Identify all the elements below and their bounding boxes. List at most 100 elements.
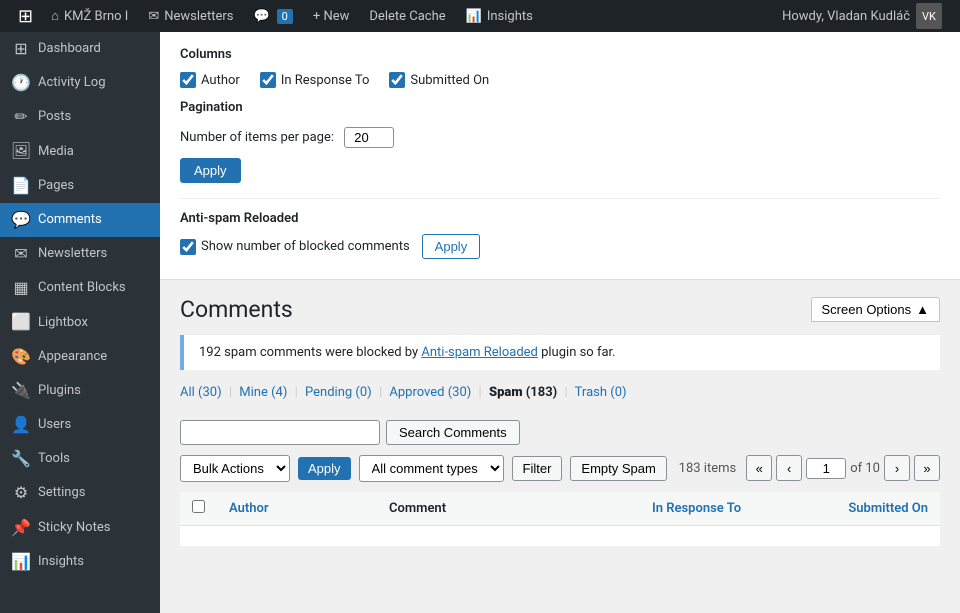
- items-count: 183 items: [679, 461, 737, 476]
- admin-bar: ⊞ ⌂ KMŽ Brno I ✉ Newsletters 💬 0 + New D…: [0, 0, 960, 32]
- new-btn[interactable]: + New: [303, 0, 360, 32]
- author-checkbox[interactable]: [180, 72, 196, 88]
- sidebar-item-activity-log[interactable]: 🕐 Activity Log: [0, 66, 160, 100]
- comments-table: Author Comment In Response To Submitted …: [180, 492, 940, 547]
- tab-spam: Spam (183): [489, 385, 557, 400]
- tab-separator-1: |: [229, 385, 232, 400]
- response-sort-link[interactable]: In Response To: [652, 501, 741, 516]
- comment-type-select[interactable]: All comment types: [359, 455, 504, 482]
- sidebar-item-lightbox[interactable]: ⬜ Lightbox: [0, 306, 160, 340]
- comment-icon: 💬: [253, 9, 269, 24]
- sidebar-item-appearance[interactable]: 🎨 Appearance: [0, 340, 160, 374]
- delete-cache-label: Delete Cache: [369, 9, 445, 24]
- sidebar-item-label: Dashboard: [38, 40, 101, 58]
- antispam-title: Anti-spam Reloaded: [180, 211, 940, 226]
- comments-header-row: Comments Screen Options ▲: [180, 295, 940, 325]
- sidebar-item-dashboard[interactable]: ⊞ Dashboard: [0, 32, 160, 66]
- tab-separator-5: |: [564, 385, 567, 400]
- sidebar-item-comments[interactable]: 💬 Comments: [0, 203, 160, 237]
- tab-pending[interactable]: Pending (0): [305, 385, 372, 400]
- sidebar-item-label: Appearance: [38, 348, 107, 366]
- select-all-checkbox[interactable]: [192, 500, 205, 513]
- activity-log-icon: 🕐: [12, 74, 30, 92]
- sidebar-item-settings[interactable]: ⚙ Settings: [0, 476, 160, 510]
- lightbox-icon: ⬜: [12, 314, 30, 332]
- spam-notice-text: 192 spam comments were blocked by: [199, 345, 421, 360]
- newsletters-side-icon: ✉: [12, 245, 30, 263]
- sidebar-item-newsletters[interactable]: ✉ Newsletters: [0, 237, 160, 271]
- row-comment-cell: [377, 525, 640, 546]
- comments-section: Comments Screen Options ▲ 192 spam comme…: [160, 280, 960, 562]
- sidebar-item-insights[interactable]: 📊 Insights: [0, 545, 160, 579]
- author-sort-link[interactable]: Author: [229, 501, 269, 516]
- plugins-icon: 🔌: [12, 382, 30, 400]
- sidebar-item-posts[interactable]: ✏ Posts: [0, 100, 160, 134]
- sidebar-item-label: Plugins: [38, 382, 81, 400]
- newsletters-icon: ✉: [148, 9, 159, 24]
- items-per-page-input[interactable]: [344, 127, 394, 148]
- sidebar-item-label: Media: [38, 143, 74, 161]
- last-page-btn[interactable]: »: [914, 455, 940, 481]
- antispam-check-label-text: Show number of blocked comments: [201, 239, 410, 254]
- row-response-cell: [640, 525, 800, 546]
- insights-btn[interactable]: 📊 Insights: [456, 0, 543, 32]
- empty-spam-btn[interactable]: Empty Spam: [570, 456, 666, 481]
- sidebar-item-media[interactable]: 🖼 Media: [0, 135, 160, 169]
- sidebar-item-label: Activity Log: [38, 74, 106, 92]
- author-checkbox-label[interactable]: Author: [180, 72, 240, 88]
- spam-notice: 192 spam comments were blocked by Anti-s…: [180, 335, 940, 370]
- tab-mine[interactable]: Mine (4): [239, 385, 287, 400]
- sidebar-item-sticky-notes[interactable]: 📌 Sticky Notes: [0, 511, 160, 545]
- current-page-input[interactable]: [806, 458, 846, 479]
- in-response-to-checkbox[interactable]: [260, 72, 276, 88]
- first-page-btn[interactable]: «: [746, 455, 772, 481]
- bulk-actions-select[interactable]: Bulk Actions: [180, 455, 290, 482]
- screen-options-btn[interactable]: Screen Options ▲: [811, 297, 940, 322]
- table-header-author: Author: [217, 492, 377, 526]
- search-comments-btn[interactable]: Search Comments: [386, 420, 520, 445]
- filter-btn[interactable]: Filter: [512, 456, 563, 481]
- comments-icon: 💬: [12, 211, 30, 229]
- pagination-bar: 183 items « ‹ of 10 › »: [679, 455, 940, 481]
- sidebar-item-content-blocks[interactable]: ▦ Content Blocks: [0, 271, 160, 305]
- columns-checkboxes: Author In Response To Submitted On: [180, 72, 940, 88]
- settings-icon: ⚙: [12, 485, 30, 503]
- wp-logo-btn[interactable]: ⊞: [10, 0, 41, 32]
- tab-all[interactable]: All (30): [180, 385, 222, 400]
- delete-cache-btn[interactable]: Delete Cache: [359, 0, 455, 32]
- sidebar-item-pages[interactable]: 📄 Pages: [0, 169, 160, 203]
- sidebar-item-plugins[interactable]: 🔌 Plugins: [0, 374, 160, 408]
- submitted-on-checkbox[interactable]: [389, 72, 405, 88]
- prev-page-btn[interactable]: ‹: [776, 455, 802, 481]
- items-per-page-label: Number of items per page:: [180, 130, 334, 145]
- sticky-notes-icon: 📌: [12, 519, 30, 537]
- submitted-on-checkbox-label[interactable]: Submitted On: [389, 72, 489, 88]
- wp-logo-icon: ⊞: [18, 6, 33, 27]
- sidebar-item-tools[interactable]: 🔧 Tools: [0, 442, 160, 476]
- screen-options-apply-btn[interactable]: Apply: [180, 158, 241, 183]
- row-submitted-cell: [800, 525, 940, 546]
- search-input[interactable]: [180, 420, 380, 445]
- in-response-to-label-text: In Response To: [281, 73, 370, 88]
- antispam-link[interactable]: Anti-spam Reloaded: [421, 345, 537, 360]
- insights-side-icon: 📊: [12, 553, 30, 571]
- table-header-row: Author Comment In Response To Submitted …: [180, 492, 940, 526]
- bulk-apply-btn[interactable]: Apply: [298, 457, 351, 480]
- tab-approved[interactable]: Approved (30): [389, 385, 471, 400]
- site-name-btn[interactable]: ⌂ KMŽ Brno I: [41, 0, 138, 32]
- antispam-checkbox[interactable]: [180, 239, 196, 255]
- screen-options-panel: Columns Author In Response To Submitted …: [160, 32, 960, 280]
- newsletters-btn[interactable]: ✉ Newsletters: [138, 0, 243, 32]
- tab-trash[interactable]: Trash (0): [575, 385, 627, 400]
- next-page-btn[interactable]: ›: [884, 455, 910, 481]
- row-author-cell: [217, 525, 377, 546]
- comments-btn[interactable]: 💬 0: [243, 0, 302, 32]
- antispam-checkbox-label[interactable]: Show number of blocked comments: [180, 239, 410, 255]
- sidebar-item-users[interactable]: 👤 Users: [0, 408, 160, 442]
- sidebar-item-label: Insights: [38, 553, 84, 571]
- submitted-sort-link[interactable]: Submitted On: [848, 501, 928, 516]
- tab-separator-3: |: [379, 385, 382, 400]
- chevron-up-icon: ▲: [916, 302, 929, 317]
- in-response-to-checkbox-label[interactable]: In Response To: [260, 72, 370, 88]
- antispam-apply-btn[interactable]: Apply: [422, 234, 481, 259]
